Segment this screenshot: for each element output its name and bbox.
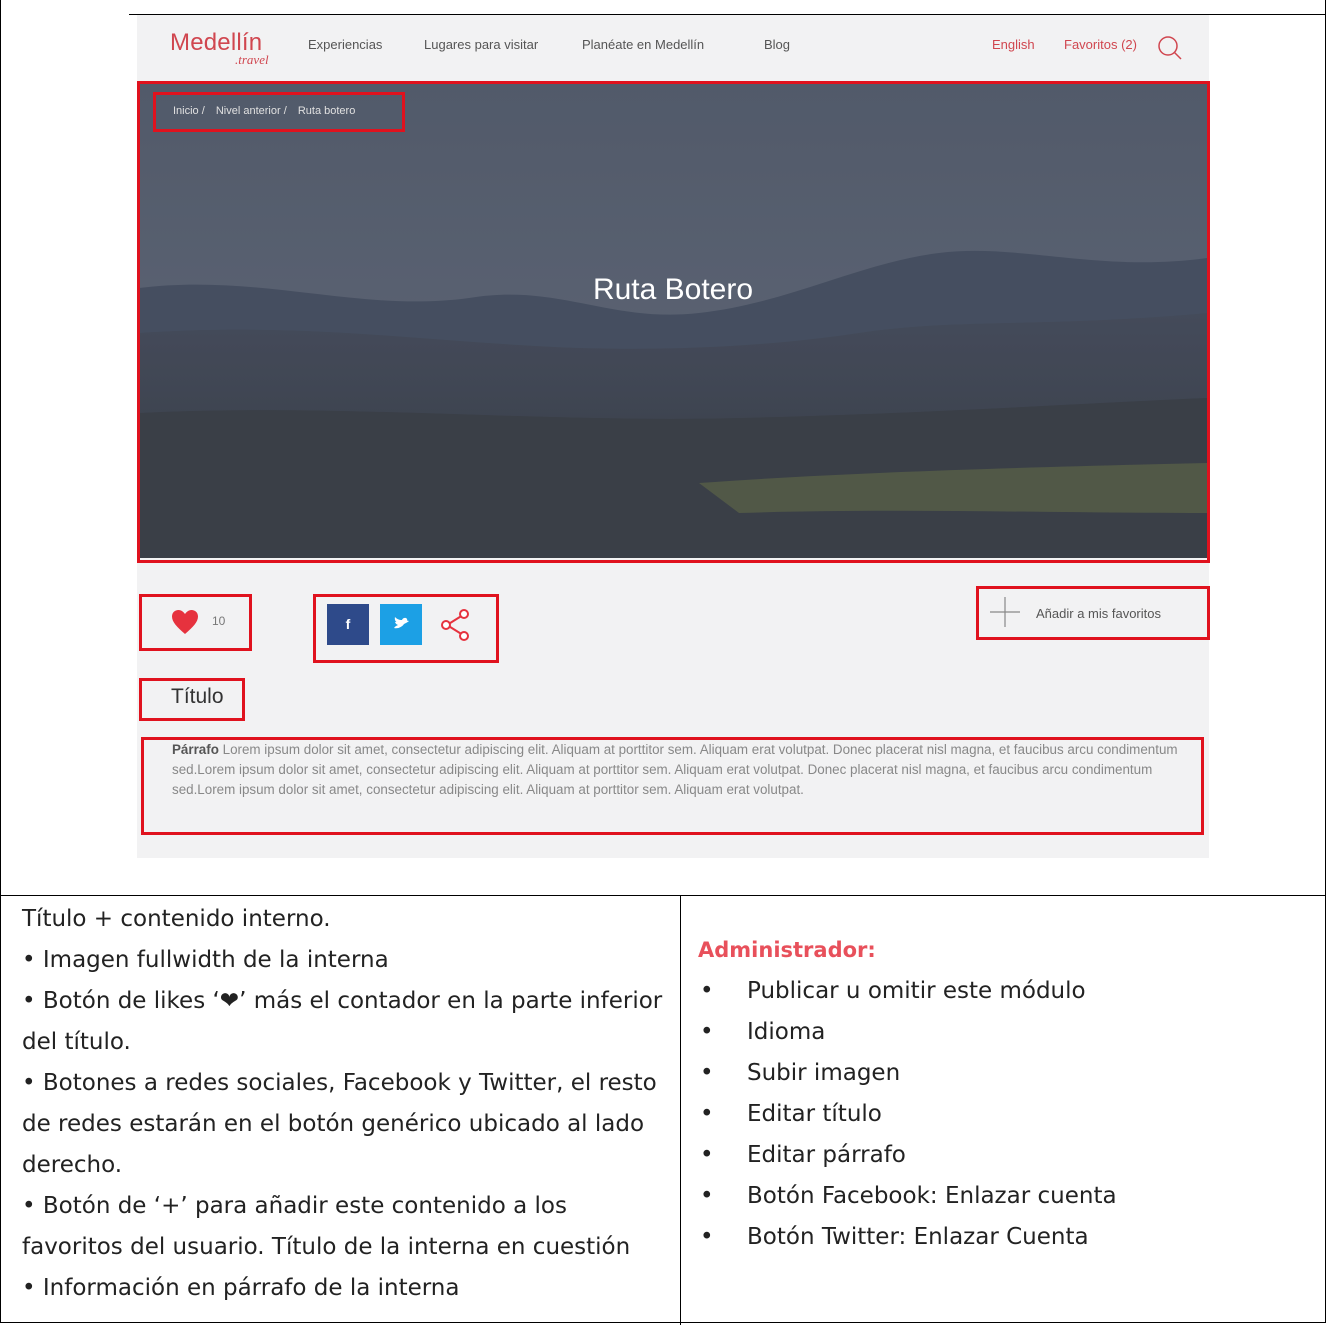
bullet: • (700, 978, 714, 1004)
site-logo-suffix: .travel (235, 52, 269, 67)
bullet: • (700, 1224, 714, 1250)
admin-item-edit-title: • Editar título (700, 1094, 1320, 1135)
admin-item-publish: • Publicar u omitir este módulo (700, 971, 1320, 1012)
annotation-box-breadcrumb (153, 92, 405, 132)
nav-link-planeate[interactable]: Planéate en Medellín (582, 37, 704, 52)
paragraph-text: Lorem ipsum dolor sit amet, consectetur … (172, 742, 1178, 797)
search-icon[interactable] (1157, 35, 1183, 61)
heart-icon[interactable] (171, 609, 199, 635)
admin-item-label: Editar título (747, 1101, 882, 1127)
admin-item-edit-paragraph: • Editar párrafo (700, 1135, 1320, 1176)
bullet: • (700, 1101, 714, 1127)
table-column-divider (680, 895, 681, 1325)
admin-item-upload-image: • Subir imagen (700, 1053, 1320, 1094)
add-to-favorites-label[interactable]: Añadir a mis favoritos (1036, 606, 1161, 621)
language-switch[interactable]: English (992, 37, 1035, 52)
content-paragraph: Párrafo Lorem ipsum dolor sit amet, cons… (172, 740, 1182, 800)
admin-item-twitter: • Botón Twitter: Enlazar Cuenta (700, 1217, 1320, 1258)
bullet: • (700, 1019, 714, 1045)
admin-item-label: Publicar u omitir este módulo (747, 978, 1086, 1004)
twitter-bird-icon (394, 617, 409, 629)
content-title: Título (171, 685, 224, 708)
note-line: • Botón de likes ‘❤’ más el contador en … (22, 988, 663, 1055)
facebook-button[interactable]: f (327, 604, 369, 645)
bullet: • (700, 1183, 714, 1209)
admin-item-label: Botón Facebook: Enlazar cuenta (747, 1183, 1117, 1209)
favorites-link[interactable]: Favoritos (2) (1064, 37, 1137, 52)
nav-link-blog[interactable]: Blog (764, 37, 790, 52)
admin-list: • Publicar u omitir este módulo • Idioma •… (700, 971, 1320, 1258)
annotation-box-hero (137, 81, 1210, 563)
note-line: • Botones a redes sociales, Facebook y T… (22, 1070, 657, 1178)
note-line: • Información en párrafo de la interna (22, 1275, 460, 1301)
bullet: • (700, 1142, 714, 1168)
bullet: • (700, 1060, 714, 1086)
admin-item-label: Idioma (747, 1019, 826, 1045)
like-counter: 10 (212, 614, 226, 628)
admin-item-label: Botón Twitter: Enlazar Cuenta (747, 1224, 1089, 1250)
admin-heading: Administrador: (698, 938, 876, 962)
share-icon[interactable] (438, 608, 472, 642)
note-line: Título + contenido interno. (22, 906, 331, 932)
admin-item-language: • Idioma (700, 1012, 1320, 1053)
twitter-button[interactable] (380, 604, 422, 645)
nav-link-experiencias[interactable]: Experiencias (308, 37, 382, 52)
nav-link-lugares[interactable]: Lugares para visitar (424, 37, 538, 52)
paragraph-label: Párrafo (172, 742, 219, 757)
admin-item-facebook: • Botón Facebook: Enlazar cuenta (700, 1176, 1320, 1217)
plus-icon[interactable] (990, 597, 1020, 627)
module-description: Título + contenido interno. • Imagen ful… (22, 899, 672, 1309)
admin-item-label: Subir imagen (747, 1060, 901, 1086)
note-line: • Botón de ‘+’ para añadir este contenid… (22, 1193, 631, 1260)
note-line: • Imagen fullwidth de la interna (22, 947, 389, 973)
admin-item-label: Editar párrafo (747, 1142, 906, 1168)
top-navigation: Medellín .travel Experiencias Lugares pa… (137, 15, 1209, 81)
table-row-divider (0, 895, 1326, 896)
